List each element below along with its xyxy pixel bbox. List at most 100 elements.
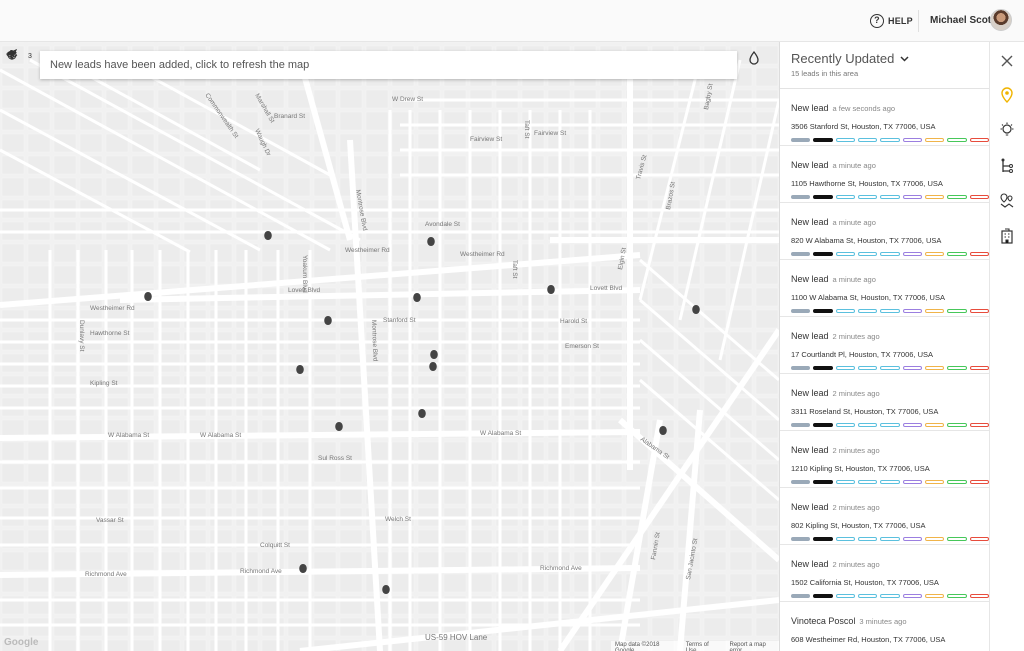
status-stage[interactable] bbox=[969, 252, 989, 256]
lead-status-bar[interactable] bbox=[791, 252, 989, 256]
lead-card[interactable]: New lead a minute ago 820 W Alabama St, Ho… bbox=[780, 203, 989, 260]
status-stage[interactable] bbox=[969, 138, 989, 142]
report-error-link[interactable]: Report a map error bbox=[730, 642, 776, 651]
lead-status-bar[interactable] bbox=[791, 366, 989, 370]
help-button[interactable]: ? HELP bbox=[870, 12, 913, 30]
status-stage[interactable] bbox=[924, 252, 945, 256]
lead-card[interactable]: New lead 2 minutes ago 1210 Kipling St, Ho… bbox=[780, 431, 989, 488]
status-stage[interactable] bbox=[924, 366, 945, 370]
status-stage[interactable] bbox=[880, 537, 900, 541]
status-stage[interactable] bbox=[880, 594, 900, 598]
status-stage[interactable] bbox=[902, 537, 922, 541]
territory-tab[interactable] bbox=[998, 192, 1016, 210]
status-stage[interactable] bbox=[835, 252, 855, 256]
insights-tab[interactable] bbox=[998, 121, 1016, 139]
zoom-in-button[interactable] bbox=[6, 50, 32, 101]
lead-card[interactable]: Vinoteca Poscol 3 minutes ago 608 Westheim… bbox=[780, 602, 989, 651]
status-stage[interactable] bbox=[924, 423, 945, 427]
status-stage[interactable] bbox=[857, 537, 878, 541]
user-name[interactable]: Michael Scott bbox=[930, 15, 994, 26]
status-stage[interactable] bbox=[813, 423, 833, 427]
status-stage[interactable] bbox=[791, 423, 811, 427]
status-stage[interactable] bbox=[813, 366, 833, 370]
status-stage[interactable] bbox=[880, 366, 900, 370]
status-stage[interactable] bbox=[813, 594, 833, 598]
status-stage[interactable] bbox=[835, 423, 855, 427]
status-stage[interactable] bbox=[835, 138, 855, 142]
lead-card[interactable]: New lead a minute ago 1105 Hawthorne St, H… bbox=[780, 146, 989, 203]
status-stage[interactable] bbox=[813, 480, 833, 484]
status-stage[interactable] bbox=[813, 138, 833, 142]
status-stage[interactable] bbox=[791, 480, 811, 484]
status-stage[interactable] bbox=[791, 195, 811, 199]
status-stage[interactable] bbox=[969, 366, 989, 370]
status-stage[interactable] bbox=[857, 480, 878, 484]
status-stage[interactable] bbox=[924, 195, 945, 199]
avatar[interactable] bbox=[990, 9, 1012, 31]
lead-card[interactable]: New lead a few seconds ago 3506 Stanford S… bbox=[780, 89, 989, 146]
lead-card[interactable]: New lead a minute ago 1100 W Alabama St, H… bbox=[780, 260, 989, 317]
status-stage[interactable] bbox=[969, 423, 989, 427]
status-stage[interactable] bbox=[924, 537, 945, 541]
status-stage[interactable] bbox=[880, 195, 900, 199]
status-stage[interactable] bbox=[947, 423, 967, 427]
status-stage[interactable] bbox=[857, 366, 878, 370]
status-stage[interactable] bbox=[947, 594, 967, 598]
map[interactable]: W Drew St Taft St Fairview St Fairview S… bbox=[0, 42, 779, 651]
sort-dropdown[interactable]: Recently Updated bbox=[791, 51, 989, 66]
status-stage[interactable] bbox=[835, 537, 855, 541]
status-stage[interactable] bbox=[902, 480, 922, 484]
status-stage[interactable] bbox=[969, 195, 989, 199]
status-stage[interactable] bbox=[902, 423, 922, 427]
status-stage[interactable] bbox=[880, 423, 900, 427]
status-stage[interactable] bbox=[835, 480, 855, 484]
status-stage[interactable] bbox=[813, 195, 833, 199]
status-stage[interactable] bbox=[924, 309, 945, 313]
routes-tab[interactable] bbox=[998, 157, 1016, 175]
status-stage[interactable] bbox=[857, 138, 878, 142]
status-stage[interactable] bbox=[947, 252, 967, 256]
status-stage[interactable] bbox=[813, 309, 833, 313]
lead-card[interactable]: New lead 2 minutes ago 802 Kipling St, Hou… bbox=[780, 488, 989, 545]
status-stage[interactable] bbox=[857, 594, 878, 598]
status-stage[interactable] bbox=[880, 138, 900, 142]
status-stage[interactable] bbox=[924, 594, 945, 598]
status-stage[interactable] bbox=[947, 366, 967, 370]
status-stage[interactable] bbox=[880, 480, 900, 484]
map-canvas[interactable]: W Drew St Taft St Fairview St Fairview S… bbox=[0, 42, 779, 651]
properties-tab[interactable] bbox=[998, 227, 1016, 245]
status-stage[interactable] bbox=[813, 537, 833, 541]
drop-pin-button[interactable] bbox=[748, 51, 772, 73]
lead-card[interactable]: New lead 2 minutes ago 17 Courtlandt Pl, H… bbox=[780, 317, 989, 374]
status-stage[interactable] bbox=[969, 594, 989, 598]
status-stage[interactable] bbox=[835, 309, 855, 313]
status-stage[interactable] bbox=[835, 366, 855, 370]
close-button[interactable] bbox=[998, 52, 1016, 70]
refresh-map-banner[interactable]: New leads have been added, click to refr… bbox=[40, 51, 737, 79]
status-stage[interactable] bbox=[835, 195, 855, 199]
terms-link[interactable]: Terms of Use bbox=[686, 642, 718, 651]
lead-status-bar[interactable] bbox=[791, 138, 989, 142]
status-stage[interactable] bbox=[902, 195, 922, 199]
lead-status-bar[interactable] bbox=[791, 537, 989, 541]
navigate-button[interactable] bbox=[6, 49, 32, 147]
status-stage[interactable] bbox=[857, 252, 878, 256]
status-stage[interactable] bbox=[902, 309, 922, 313]
locate-button[interactable] bbox=[6, 50, 32, 170]
lead-status-bar[interactable] bbox=[791, 480, 989, 484]
status-stage[interactable] bbox=[947, 138, 967, 142]
status-stage[interactable] bbox=[791, 594, 811, 598]
status-stage[interactable] bbox=[924, 480, 945, 484]
status-stage[interactable] bbox=[857, 195, 878, 199]
status-stage[interactable] bbox=[947, 309, 967, 313]
status-stage[interactable] bbox=[947, 195, 967, 199]
status-stage[interactable] bbox=[947, 480, 967, 484]
leads-tab[interactable] bbox=[998, 86, 1016, 104]
status-stage[interactable] bbox=[969, 309, 989, 313]
lead-status-bar[interactable] bbox=[791, 309, 989, 313]
status-stage[interactable] bbox=[902, 594, 922, 598]
status-stage[interactable] bbox=[791, 366, 811, 370]
status-stage[interactable] bbox=[857, 309, 878, 313]
status-stage[interactable] bbox=[969, 537, 989, 541]
status-stage[interactable] bbox=[902, 366, 922, 370]
